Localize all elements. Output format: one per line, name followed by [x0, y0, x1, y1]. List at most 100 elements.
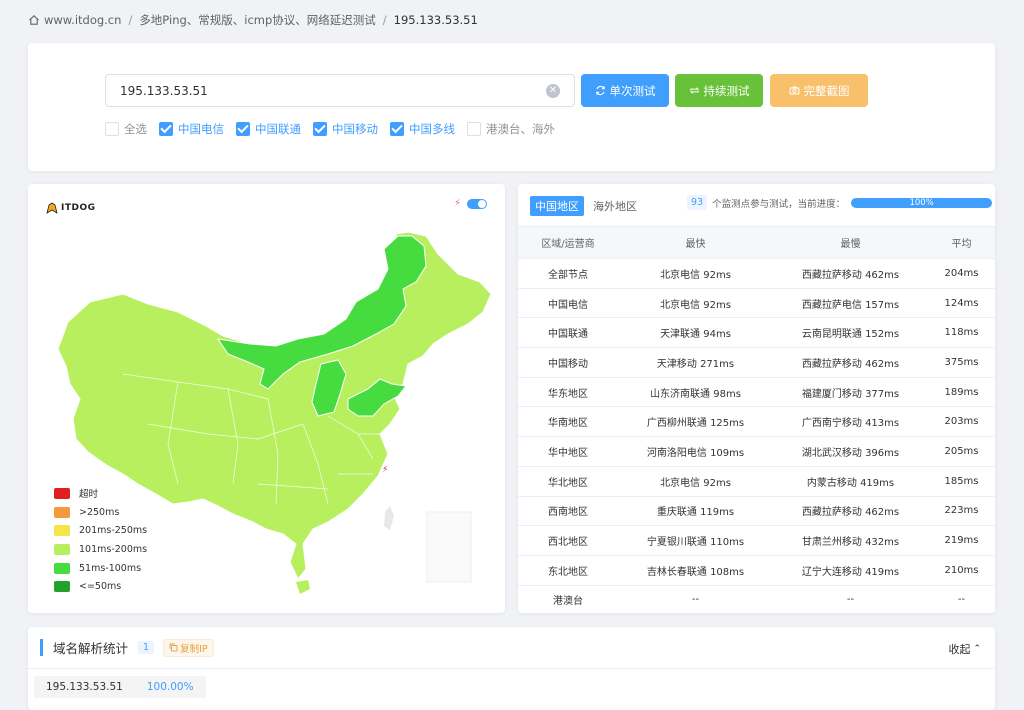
- table-cell: 华中地区: [518, 436, 618, 467]
- progress-value: 100%: [909, 197, 934, 208]
- legend-item: 201ms-250ms: [54, 521, 147, 540]
- table-cell: 辽宁大连移动 419ms: [773, 555, 928, 586]
- table-cell: 124ms: [928, 288, 995, 319]
- dns-title: 域名解析统计: [53, 641, 129, 656]
- table-header-row: 区域/运营商 最快 最慢 平均: [518, 226, 995, 259]
- breadcrumb-current: 195.133.53.51: [393, 13, 478, 27]
- stats-table: 区域/运营商 最快 最慢 平均 全部节点 北京电信 92ms 西藏拉萨移动 462m…: [518, 226, 995, 613]
- copy-ip-button[interactable]: 复制IP: [163, 638, 214, 657]
- table-cell: 广西南宁移动 413ms: [773, 406, 928, 438]
- table-cell: 云南昆明联通 152ms: [773, 317, 928, 349]
- table-cell: 西藏拉萨电信 157ms: [773, 288, 928, 319]
- table-cell: 205ms: [928, 436, 995, 467]
- table-cell: 118ms: [928, 317, 995, 349]
- table-cell: 中国移动: [518, 347, 618, 378]
- table-row: 华中地区 河南洛阳电信 109ms 湖北武汉移动 396ms 205ms: [518, 436, 995, 467]
- legend-item: 101ms-200ms: [54, 540, 147, 559]
- single-test-button[interactable]: 单次测试: [581, 74, 669, 107]
- breadcrumb-home[interactable]: www.itdog.cn: [44, 13, 121, 27]
- full-screenshot-button[interactable]: 完整截图: [770, 74, 868, 107]
- column-header: 区域/运营商: [518, 226, 618, 259]
- legend-item: <=50ms: [54, 577, 147, 596]
- table-cell: 西北地区: [518, 525, 618, 556]
- column-header: 最慢: [773, 226, 928, 259]
- map-switch[interactable]: [467, 198, 487, 209]
- checkbox-china-multiline[interactable]: 中国多线: [390, 121, 455, 137]
- checkbox-china-unicom[interactable]: 中国联通: [236, 121, 301, 137]
- table-cell: 广西柳州联通 125ms: [618, 406, 773, 438]
- map-legend: 超时 >250ms 201ms-250ms 101ms-200ms 51ms-1…: [54, 484, 147, 596]
- progress-text: 个监测点参与测试，当前进度：: [712, 198, 846, 210]
- table-cell: 吉林长春联通 108ms: [618, 555, 773, 586]
- legend-item: 超时: [54, 484, 147, 503]
- breadcrumb: www.itdog.cn / 多地Ping、常规版、icmp协议、网络延迟测试 …: [28, 11, 478, 29]
- checkbox-select-all[interactable]: 全选: [105, 121, 147, 137]
- checkbox-overseas[interactable]: 港澳台、海外: [467, 121, 555, 137]
- table-cell: 185ms: [928, 466, 995, 497]
- table-cell: 河南洛阳电信 109ms: [618, 436, 773, 467]
- table-cell: 湖北武汉移动 396ms: [773, 436, 928, 467]
- table-row: 中国联通 天津联通 94ms 云南昆明联通 152ms 118ms: [518, 317, 995, 349]
- table-row: 东北地区 吉林长春联通 108ms 辽宁大连移动 419ms 210ms: [518, 555, 995, 586]
- table-cell: 山东济南联通 98ms: [618, 377, 773, 408]
- dns-title-bar: 域名解析统计 1 复制IP: [40, 638, 214, 657]
- latency-map-panel: ⚡ ITDOG ⚡ 超时 >250ms 201ms-250ms 101ms-20…: [28, 184, 505, 613]
- tab-china[interactable]: 中国地区: [530, 196, 584, 216]
- table-row: 西北地区 宁夏银川联通 110ms 甘肃兰州移动 432ms 219ms: [518, 525, 995, 556]
- loop-icon: [689, 87, 699, 94]
- warning-bolt-icon: ⚡: [382, 465, 388, 475]
- continuous-test-label: 持续测试: [703, 83, 750, 98]
- checkbox-china-mobile[interactable]: 中国移动: [313, 121, 378, 137]
- clear-icon[interactable]: ✕: [546, 83, 560, 98]
- table-cell: 203ms: [928, 406, 995, 438]
- map-region-taiwan: [384, 506, 394, 530]
- checkbox-china-telecom[interactable]: 中国电信: [159, 121, 224, 137]
- table-cell: 西南地区: [518, 496, 618, 527]
- continuous-test-button[interactable]: 持续测试: [675, 74, 763, 107]
- map-region-hainan: [296, 580, 310, 594]
- breadcrumb-section[interactable]: 多地Ping、常规版、icmp协议、网络延迟测试: [139, 12, 375, 28]
- table-cell: 西藏拉萨移动 462ms: [773, 347, 928, 378]
- table-cell: 天津联通 94ms: [618, 317, 773, 349]
- table-cell: 内蒙古移动 419ms: [773, 466, 928, 497]
- table-cell: 375ms: [928, 347, 995, 378]
- table-row: 华东地区 山东济南联通 98ms 福建厦门移动 377ms 189ms: [518, 377, 995, 408]
- table-cell: 西藏拉萨移动 462ms: [773, 496, 928, 527]
- table-row: 中国电信 北京电信 92ms 西藏拉萨电信 157ms 124ms: [518, 288, 995, 319]
- column-header: 平均: [928, 226, 995, 259]
- host-input-box[interactable]: ✕: [105, 74, 575, 107]
- tab-overseas[interactable]: 海外地区: [588, 196, 642, 216]
- single-test-label: 单次测试: [609, 83, 656, 98]
- test-progress: 93 个监测点参与测试，当前进度： 100%: [687, 195, 993, 210]
- table-cell: 华南地区: [518, 406, 618, 438]
- stats-table-body: 全部节点 北京电信 92ms 西藏拉萨移动 462ms 204ms 中国电信 北京电信 9…: [518, 258, 995, 613]
- legend-item: 51ms-100ms: [54, 559, 147, 578]
- dns-ip: 195.133.53.51: [46, 681, 123, 693]
- host-input[interactable]: [120, 83, 546, 98]
- table-cell: 204ms: [928, 258, 995, 289]
- chevron-up-icon: ⌃: [973, 644, 981, 654]
- table-cell: 北京电信 92ms: [618, 466, 773, 497]
- south-sea-inset: [426, 511, 472, 583]
- dns-count-badge: 1: [138, 641, 155, 654]
- table-cell: --: [928, 585, 995, 613]
- dns-result-item: 195.133.53.51 100.00%: [34, 676, 206, 698]
- map-toggle-area: ⚡: [454, 198, 487, 209]
- table-cell: 全部节点: [518, 258, 618, 289]
- refresh-icon: [595, 85, 605, 96]
- table-cell: 天津移动 271ms: [618, 347, 773, 378]
- table-cell: 华东地区: [518, 377, 618, 408]
- dog-logo-icon: [46, 202, 58, 214]
- itdog-logo: ITDOG: [45, 201, 96, 215]
- stats-panel: 中国地区 海外地区 93 个监测点参与测试，当前进度： 100% 区域/运营商 …: [518, 184, 995, 613]
- table-cell: 宁夏银川联通 110ms: [618, 525, 773, 556]
- table-cell: 210ms: [928, 555, 995, 586]
- camera-icon: [789, 86, 799, 95]
- table-row: 华南地区 广西柳州联通 125ms 广西南宁移动 413ms 203ms: [518, 406, 995, 438]
- column-header: 最快: [618, 226, 773, 259]
- table-cell: 重庆联通 119ms: [618, 496, 773, 527]
- table-cell: 189ms: [928, 377, 995, 408]
- collapse-button[interactable]: 收起 ⌃: [948, 641, 981, 657]
- table-cell: 中国联通: [518, 317, 618, 349]
- copy-icon: [169, 643, 178, 652]
